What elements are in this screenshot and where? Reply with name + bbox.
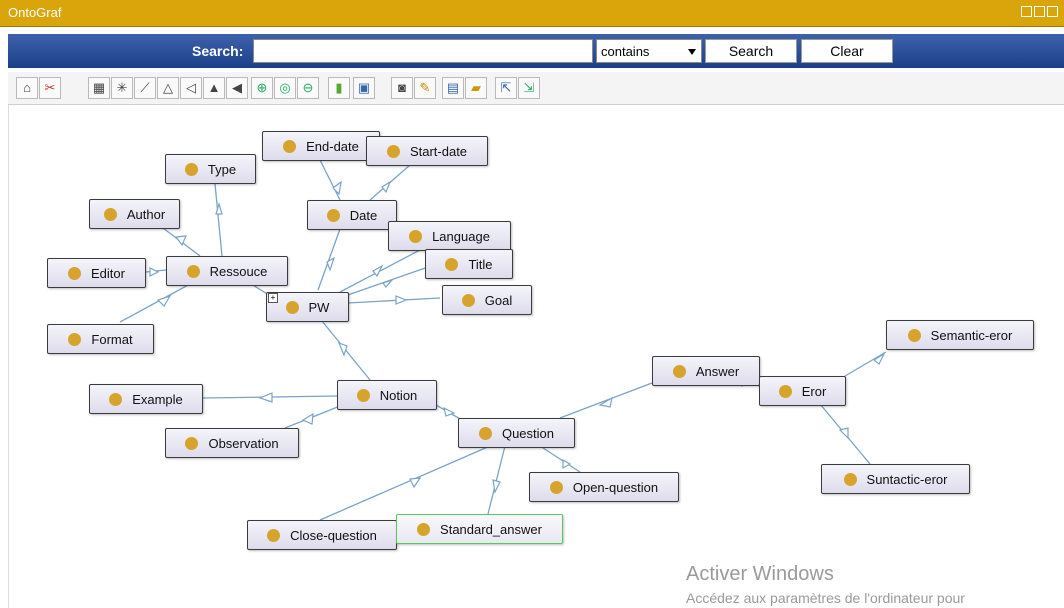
arrowhead [332,180,342,196]
node-author[interactable]: Author [89,199,180,229]
arrowhead [838,427,849,440]
class-icon [461,293,475,307]
node-start-date[interactable]: Start-date [366,136,488,166]
class-icon [103,207,117,221]
node-label: Language [432,228,490,244]
node-label: Observation [208,435,279,451]
edge [317,228,341,291]
node-answer[interactable]: Answer [652,356,760,386]
class-icon [356,388,370,402]
class-icon [445,257,459,271]
node-title[interactable]: Title [425,249,513,279]
node-label: Answer [695,363,740,379]
node-label: Format [91,331,133,347]
node-eror[interactable]: Eror [759,376,846,406]
node-label: Date [349,207,378,223]
edge [319,445,491,521]
node-label: Title [468,256,493,272]
class-icon [478,426,492,440]
node-question[interactable]: Question [458,418,575,448]
edge [119,283,191,323]
node-suntactic-eror[interactable]: Suntactic-eror [821,464,970,494]
node-example[interactable]: Example [89,384,203,414]
node-label: Goal [484,292,513,308]
node-label: Question [501,425,555,441]
arrowhead [156,294,172,307]
arrowhead [562,458,572,470]
node-label: Suntactic-eror [866,471,948,487]
class-icon [326,208,340,222]
class-icon [283,139,297,153]
class-icon [186,264,200,278]
class-icon [549,480,563,494]
node-label: Semantic-eror [930,327,1013,343]
edge [559,382,653,419]
node-end-date[interactable]: End-date [262,131,380,161]
node-label: Standard_answer [440,521,542,537]
arrowhead [149,267,160,277]
class-icon [417,522,431,536]
class-icon [185,436,199,450]
activation-watermark-text: Accédez aux paramètres de l'ordinateur p… [686,590,965,606]
node-ressouce[interactable]: Ressouce [166,256,288,286]
node-pw[interactable]: PW [266,292,349,322]
node-label: Eror [801,383,827,399]
arrowhead [409,477,422,489]
edge [844,351,887,377]
node-close-question[interactable]: Close-question [247,520,397,550]
class-icon [267,528,281,542]
node-label: Close-question [290,527,377,543]
class-icon [68,332,82,346]
node-label: PW [308,299,330,315]
class-icon [409,229,423,243]
arrowhead [381,180,392,194]
node-goal[interactable]: Goal [442,285,532,315]
node-format[interactable]: Format [47,324,154,354]
class-icon [184,162,198,176]
node-label: Ressouce [209,263,268,279]
class-icon [68,266,82,280]
node-editor[interactable]: Editor [47,258,146,288]
node-semantic-eror[interactable]: Semantic-eror [886,320,1034,350]
class-icon [386,144,400,158]
edge [487,445,506,515]
arrowhead [337,341,348,357]
node-label: End-date [306,138,359,154]
node-label: Notion [379,387,418,403]
arrowhead [301,412,314,425]
class-icon [907,328,921,342]
node-observation[interactable]: Observation [165,428,299,458]
node-label: Author [126,206,166,222]
node-label: Editor [91,265,125,281]
node-notion[interactable]: Notion [337,380,437,410]
activation-watermark-title: Activer Windows [686,563,834,585]
class-icon [285,300,299,314]
node-standard-answer[interactable]: Standard_answer [396,514,563,544]
class-icon [843,472,857,486]
edge [539,445,581,473]
node-label: Start-date [409,143,468,159]
edge [347,297,441,304]
node-label: Open-question [572,479,659,495]
node-label: Type [207,161,237,177]
node-open-question[interactable]: Open-question [529,472,679,502]
node-label: Example [132,391,183,407]
class-icon [778,384,792,398]
arrowhead [382,278,394,288]
arrowhead [258,392,273,403]
class-icon [672,364,686,378]
edge [214,183,223,257]
arrowhead [395,295,408,305]
arrowhead [326,256,336,272]
node-type[interactable]: Type [165,154,256,184]
node-language[interactable]: Language [388,221,511,251]
edge [319,159,341,201]
expand-icon[interactable]: + [268,293,278,303]
node-date[interactable]: Date [307,200,397,230]
class-icon [109,392,123,406]
